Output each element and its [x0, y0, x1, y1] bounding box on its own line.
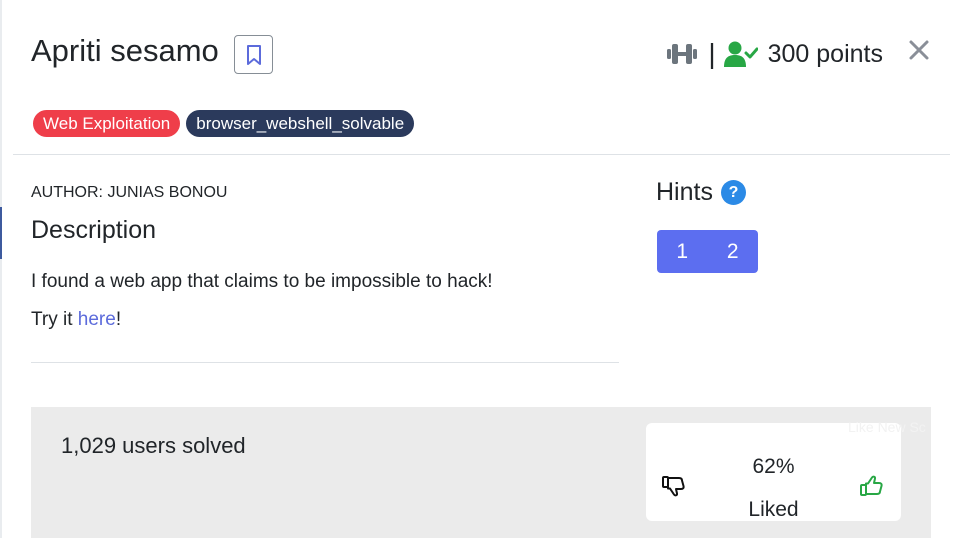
points-value: 300 points — [767, 39, 883, 68]
meta-separator: | — [708, 38, 716, 69]
dumbbell-icon — [667, 44, 698, 64]
description-prefix: Try it — [31, 309, 78, 330]
hint-button-group: 1 2 — [657, 230, 758, 273]
hints-header: Hints ? — [656, 178, 746, 207]
left-focus-marker — [0, 207, 2, 259]
description-link-line: Try it here! — [31, 309, 121, 331]
challenge-title: Apriti sesamo — [31, 33, 219, 68]
solved-count: 1,029 users solved — [61, 433, 246, 458]
header-divider — [13, 154, 950, 155]
hint-button-2[interactable]: 2 — [708, 230, 759, 273]
left-edge-border — [0, 0, 2, 538]
like-button[interactable] — [860, 475, 884, 502]
tag-category[interactable]: Web Exploitation — [33, 110, 181, 137]
description-heading: Description — [31, 216, 157, 244]
close-button[interactable] — [906, 37, 932, 63]
description-text: I found a web app that claims to be impo… — [31, 271, 493, 292]
user-check-icon — [723, 41, 758, 67]
tag-browser-webshell[interactable]: browser_webshell_solvable — [186, 110, 415, 137]
background-ghost-text: Like New Sc — [848, 419, 926, 435]
hint-button-1[interactable]: 1 — [657, 230, 708, 273]
here-link[interactable]: here — [78, 309, 116, 330]
tag-list: Web Exploitation browser_webshell_solvab… — [33, 110, 415, 137]
help-icon[interactable]: ? — [720, 180, 746, 205]
description-suffix: ! — [115, 309, 122, 330]
thumbs-up-icon — [860, 475, 883, 496]
like-card: 62% Liked — [646, 423, 901, 521]
bookmark-icon — [246, 44, 261, 65]
bookmark-button[interactable] — [234, 35, 273, 74]
author-label: AUTHOR: JUNIAS BONOU — [31, 184, 228, 201]
stats-panel: 1,029 users solved 62% Liked — [31, 407, 931, 538]
close-icon — [909, 40, 929, 60]
hints-title: Hints — [656, 178, 713, 206]
challenge-meta: | 300 points — [666, 38, 883, 70]
description-divider — [31, 362, 619, 363]
